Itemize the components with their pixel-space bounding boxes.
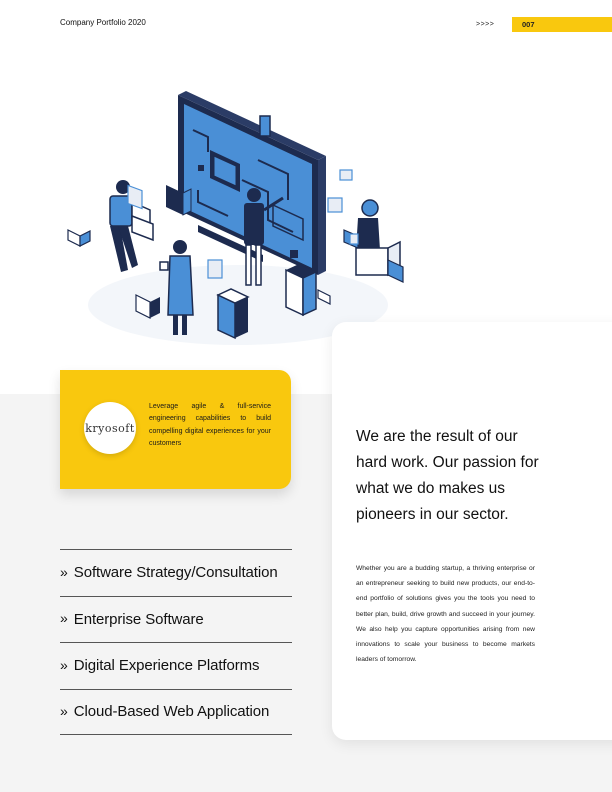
service-label: Software Strategy/Consultation xyxy=(73,564,278,582)
list-item: » Software Strategy/Consultation xyxy=(60,549,292,596)
list-item: » Enterprise Software xyxy=(60,595,292,643)
double-chevron-icon: » xyxy=(60,702,68,719)
page-number-tab: 007 xyxy=(512,17,612,32)
body-paragraph: Whether you are a budding startup, a thr… xyxy=(356,565,535,664)
headline: We are the result of our hard work. Our … xyxy=(356,428,539,523)
isometric-team-engineering-icon xyxy=(67,91,404,345)
highlight-card: kryosoft Leverage agile & full-service e… xyxy=(60,370,291,489)
company-logo: kryosoft xyxy=(84,402,136,454)
header-arrows: >>>> xyxy=(476,21,495,28)
double-chevron-icon: » xyxy=(60,563,68,580)
double-chevron-icon: » xyxy=(60,610,68,627)
page-number: 007 xyxy=(522,20,535,29)
screen-board-icon xyxy=(178,91,326,275)
document-title: Company Portfolio 2020 xyxy=(60,18,146,27)
services-list: » Software Strategy/Consultation » Enter… xyxy=(60,549,292,735)
logo-text: kryosoft xyxy=(85,421,135,435)
list-item: » Digital Experience Platforms xyxy=(60,642,292,689)
card-description: Leverage agile & full-service engineerin… xyxy=(149,403,271,447)
server-box-icon xyxy=(259,115,271,137)
content-card: We are the result of our hard work. Our … xyxy=(332,322,612,740)
list-item: » Cloud-Based Web Application xyxy=(60,688,292,735)
service-label: Cloud-Based Web Application xyxy=(73,703,270,721)
double-chevron-icon: » xyxy=(60,656,68,673)
service-label: Enterprise Software xyxy=(73,610,204,628)
service-label: Digital Experience Platforms xyxy=(73,657,260,675)
